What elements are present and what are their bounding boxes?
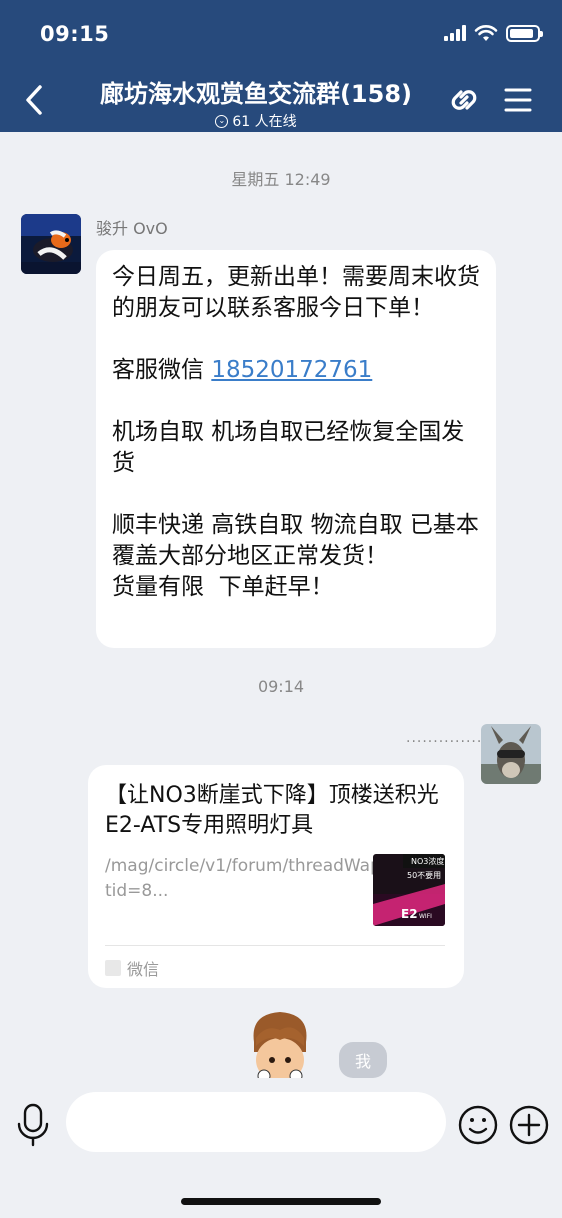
menu-icon [504, 88, 532, 112]
signal-icon [444, 25, 466, 41]
timestamp-label: 星期五 12:49 [231, 170, 331, 189]
donkey-avatar-image [481, 724, 541, 784]
back-button[interactable] [14, 80, 54, 120]
animated-sticker[interactable] [246, 1008, 314, 1078]
navigation-header: 09:15 廊坊海水观赏鱼交流群(158) ⌄ 61 人在线 [0, 0, 562, 132]
chat-title-area[interactable]: 廊坊海水观赏鱼交流群(158) ⌄ 61 人在线 [90, 74, 422, 131]
link-card-bubble[interactable]: 【让NO3断崖式下降】顶楼送积光E2-ATS专用照明灯具 /mag/circle… [88, 765, 464, 988]
message-input[interactable] [66, 1092, 446, 1152]
typing-dots: .............. [406, 730, 483, 746]
card-source: 微信 [105, 956, 159, 980]
clownfish-avatar-image [21, 214, 81, 274]
message-bubble[interactable]: 今日周五，更新出单！需要周末收货的朋友可以联系客服今日下单！ 客服微信 1852… [96, 250, 496, 648]
menu-button[interactable] [498, 80, 538, 120]
my-avatar[interactable] [481, 724, 541, 784]
thumb-text: 50不要用 [407, 871, 441, 880]
me-label-badge: 我 [339, 1042, 387, 1078]
voice-button[interactable] [12, 1102, 54, 1148]
thumb-text: WIFI [419, 913, 432, 920]
online-status-icon: ⌄ [215, 114, 229, 128]
online-count: ⌄ 61 人在线 [90, 111, 422, 131]
link-button[interactable] [444, 80, 484, 120]
battery-icon [506, 24, 543, 42]
cartoon-boy-sticker [253, 1012, 307, 1078]
battery-level [510, 28, 534, 38]
timestamp-label: 09:14 [257, 677, 305, 696]
message-text: 今日周五，更新出单！需要周末收货的朋友可以联系客服今日下单！ 客服微信 1852… [112, 262, 480, 603]
plus-icon [509, 1105, 549, 1145]
chevron-left-icon [26, 85, 42, 115]
message-text-part: 机场自取 机场自取已经恢复全国发货 顺丰快递 高铁自取 物流自取 已基本覆盖大部… [112, 419, 479, 600]
phone-link[interactable]: 18520172761 [211, 357, 372, 383]
link-icon [451, 90, 477, 110]
status-icons [444, 24, 543, 42]
chat-title: 廊坊海水观赏鱼交流群(158) [99, 80, 413, 108]
thumb-text: E2 [401, 907, 418, 921]
thumb-text: NO3浓度 [411, 856, 444, 866]
status-time: 09:15 [40, 22, 110, 46]
add-button[interactable] [508, 1104, 550, 1146]
card-source-label: 微信 [127, 960, 160, 979]
online-text: 61 人在线 [232, 114, 297, 130]
microphone-icon [17, 1103, 49, 1147]
card-divider [105, 945, 445, 946]
sender-name: 骏升 OvO [96, 219, 168, 238]
emoji-icon [458, 1105, 498, 1145]
card-title: 【让NO3断崖式下降】顶楼送积光E2-ATS专用照明灯具 [105, 783, 439, 838]
input-bar [0, 1078, 562, 1218]
wifi-icon [474, 25, 498, 41]
product-thumbnail-image: NO3浓度 50不要用 E2 WIFI [373, 854, 445, 926]
sender-avatar[interactable] [21, 214, 81, 274]
card-thumbnail: NO3浓度 50不要用 E2 WIFI [373, 854, 445, 926]
emoji-button[interactable] [457, 1104, 499, 1146]
home-indicator [181, 1198, 381, 1205]
card-url: /mag/circle/v1/forum/threadWapPage?tid=8… [105, 856, 432, 901]
wechat-icon [105, 960, 121, 976]
